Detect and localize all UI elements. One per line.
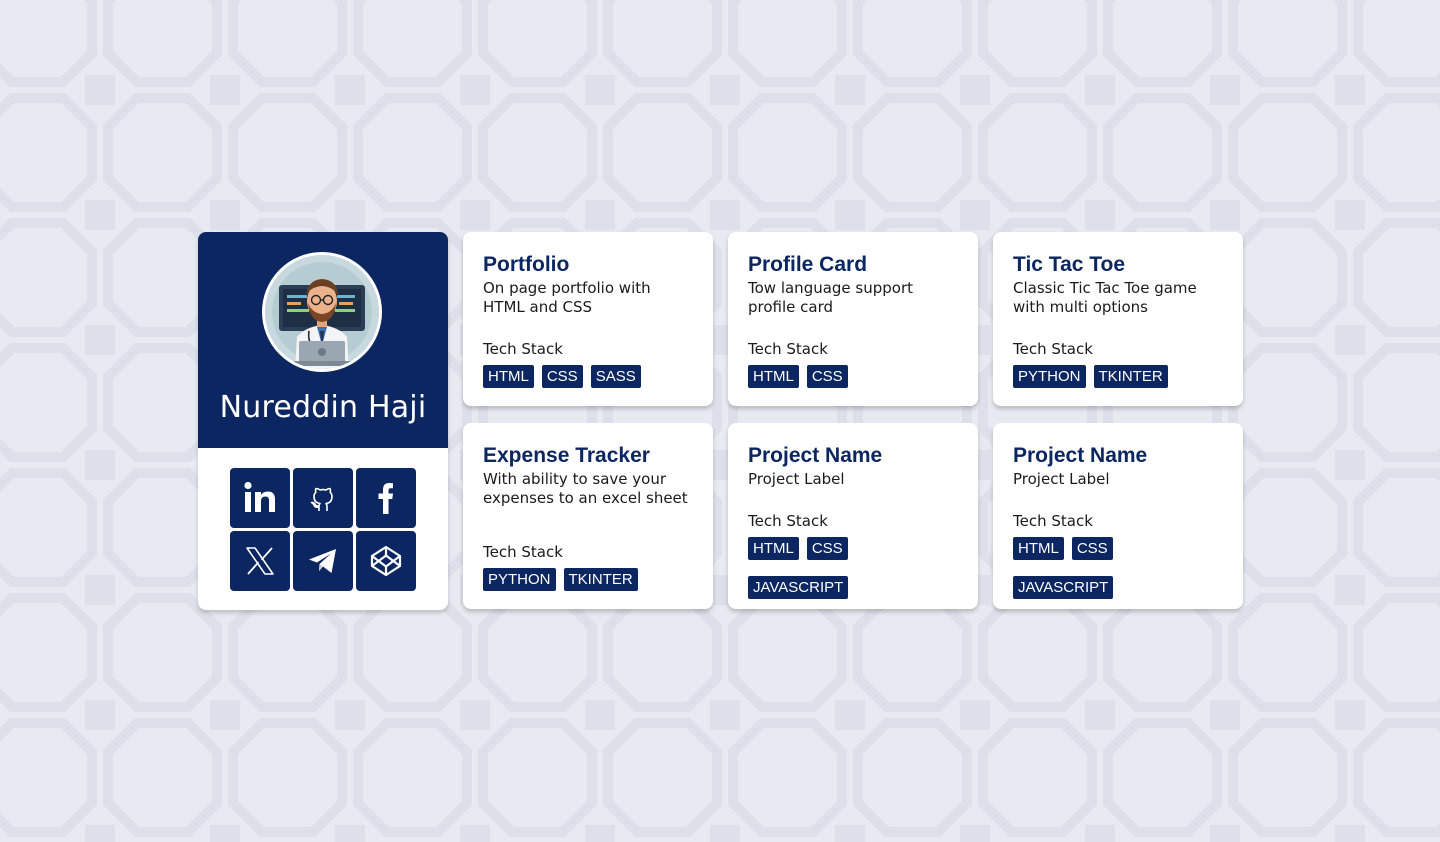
tech-tag: SASS [590,365,641,388]
tech-tag: HTML [748,537,799,560]
tech-tag: CSS [806,365,848,388]
tech-tags: PYTHON TKINTER [483,568,698,591]
profile-name: Nureddin Haji [219,390,427,425]
tech-stack-label: Tech Stack [483,340,563,358]
tech-tag: JAVASCRIPT [748,576,849,599]
project-title: Expense Tracker [483,444,650,467]
linkedin-button[interactable] [230,468,290,528]
x-button[interactable] [230,531,290,591]
x-icon [246,547,274,575]
project-description: On page portfolio with HTML and CSS [483,279,651,316]
project-card[interactable]: Portfolio On page portfolio with HTML an… [463,232,713,406]
social-links [230,468,418,591]
tech-tags: HTML CSS [748,365,963,388]
avatar [262,252,382,372]
tech-tag: CSS [1071,537,1113,560]
tech-tags: HTML CSS SASS [483,365,698,388]
project-title: Portfolio [483,253,570,276]
tech-tag: TKINTER [563,568,638,591]
codepen-icon [370,545,402,577]
project-description: With ability to save your expenses to an… [483,470,688,507]
project-card[interactable]: Project Name Project Label Tech Stack HT… [728,423,978,609]
project-description: Project Label [1013,470,1110,488]
github-button[interactable] [293,468,353,528]
project-card[interactable]: Profile Card Tow language support profil… [728,232,978,406]
project-card[interactable]: Expense Tracker With ability to save you… [463,423,713,609]
tech-tags: PYTHON TKINTER [1013,365,1228,388]
tech-tag: HTML [483,365,534,388]
tech-tag: CSS [541,365,583,388]
tech-tag: JAVASCRIPT [1013,576,1114,599]
project-description: Tow language support profile card [748,279,914,316]
telegram-button[interactable] [293,531,353,591]
project-card[interactable]: Tic Tac Toe Classic Tic Tac Toe game wit… [993,232,1243,406]
tech-stack-label: Tech Stack [748,512,828,530]
tech-tag: CSS [806,537,848,560]
profile-header: Nureddin Haji [198,232,448,448]
tech-stack-label: Tech Stack [748,340,828,358]
tech-tag: PYTHON [1013,365,1086,388]
profile-card: Nureddin Haji [198,232,448,610]
tech-tag: TKINTER [1093,365,1168,388]
project-description: Classic Tic Tac Toe game with multi opti… [1013,279,1197,316]
telegram-icon [309,549,336,573]
codepen-button[interactable] [356,531,416,591]
tech-tag: PYTHON [483,568,556,591]
project-title: Tic Tac Toe [1013,253,1126,276]
project-title: Project Name [1013,444,1148,467]
tech-tag: HTML [1013,537,1064,560]
project-title: Project Name [748,444,883,467]
facebook-icon [378,483,393,514]
linkedin-icon [244,481,275,512]
tech-tag: HTML [748,365,799,388]
project-card[interactable]: Project Name Project Label Tech Stack HT… [993,423,1243,609]
tech-stack-label: Tech Stack [1013,340,1093,358]
tech-tags: HTML CSS JAVASCRIPT [1013,537,1228,599]
tech-stack-label: Tech Stack [483,543,563,561]
github-icon [310,487,333,511]
project-description: Project Label [748,470,845,488]
project-title: Profile Card [748,253,868,276]
tech-tags: HTML CSS JAVASCRIPT [748,537,963,599]
facebook-button[interactable] [356,468,416,528]
tech-stack-label: Tech Stack [1013,512,1093,530]
